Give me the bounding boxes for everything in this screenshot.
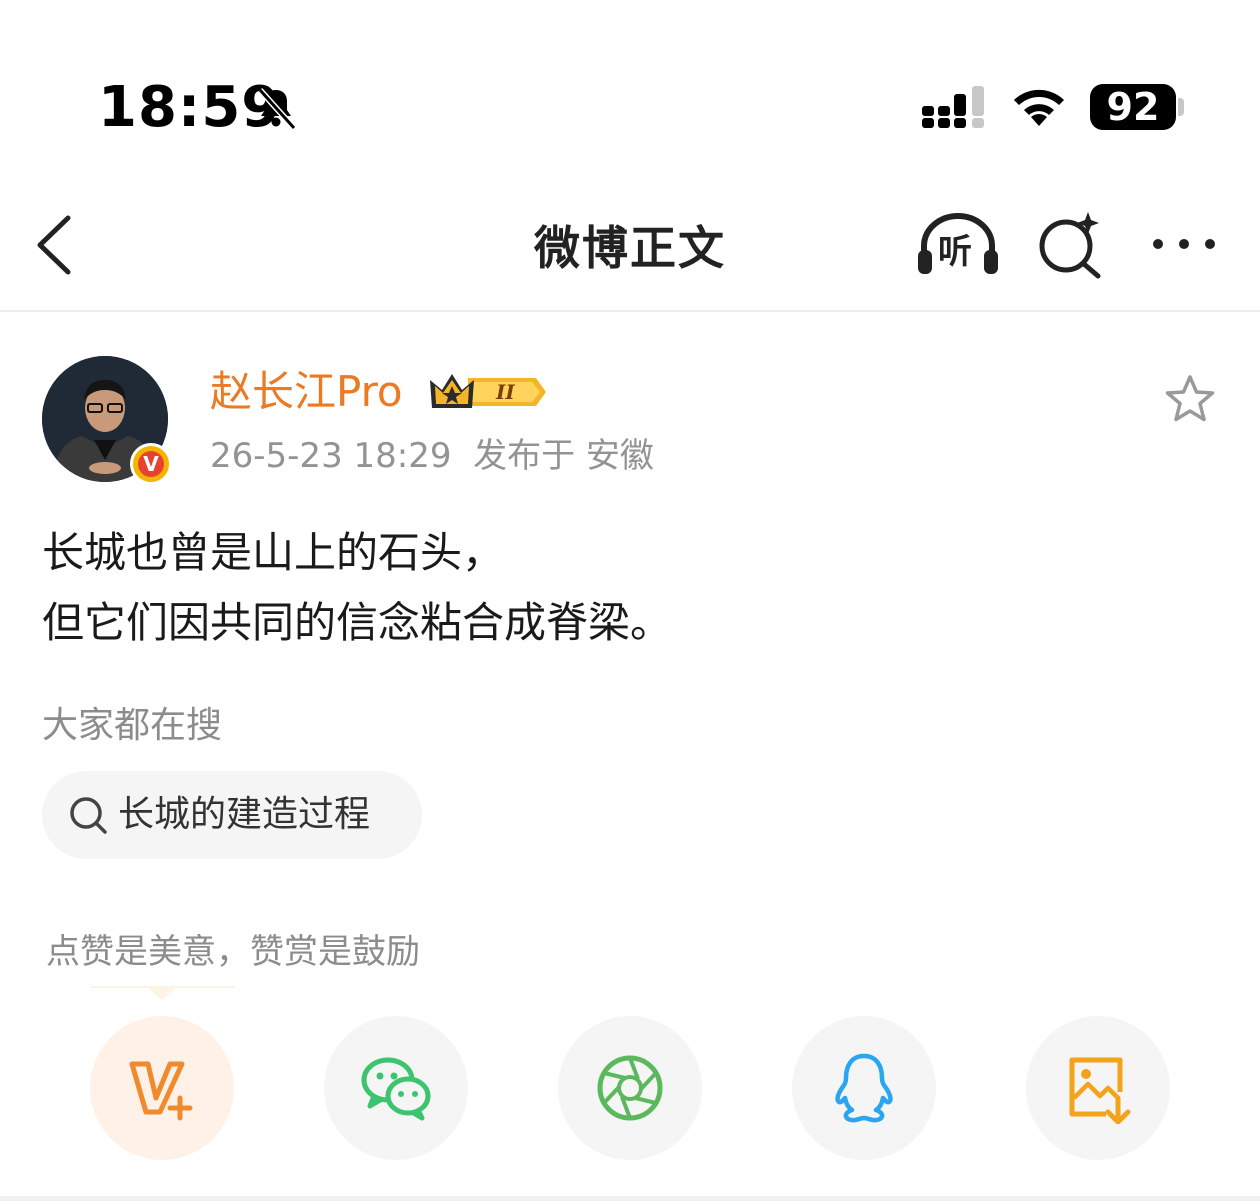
battery-cap <box>1178 98 1184 116</box>
share-save-image-button[interactable] <box>1026 1016 1170 1160</box>
bell-muted-icon <box>257 87 297 131</box>
share-wechat-button[interactable] <box>324 1016 468 1160</box>
share-moments-button[interactable] <box>558 1016 702 1160</box>
author-name[interactable]: 赵长江Pro <box>210 364 403 420</box>
trending-search-text: 长城的建造过程 <box>118 794 371 835</box>
search-icon <box>70 797 107 834</box>
save-image-icon <box>1069 1057 1131 1124</box>
favorite-star-icon[interactable] <box>1162 372 1218 428</box>
ai-search-icon[interactable] <box>1036 210 1106 280</box>
share-qq-button[interactable] <box>792 1016 936 1160</box>
bottom-divider <box>0 1196 1260 1201</box>
wifi-icon <box>1014 89 1064 126</box>
more-icon[interactable] <box>1148 226 1220 262</box>
share-weibo-v-button[interactable] <box>90 1016 234 1160</box>
listen-button[interactable]: 听 <box>916 212 1000 276</box>
post-line: 长城也曾是山上的石头， <box>42 528 505 577</box>
moments-icon <box>597 1055 663 1121</box>
verified-badge: V <box>130 443 172 485</box>
post-location: 发布于 安徽 <box>473 436 654 476</box>
v-plus-icon <box>129 1061 193 1121</box>
battery-level: 92 <box>1090 84 1176 130</box>
page-title: 微博正文 <box>534 221 726 275</box>
wechat-icon <box>361 1057 431 1121</box>
reward-label: 点赞是美意，赞赏是鼓励 <box>46 932 420 972</box>
cellular-signal-icon <box>922 86 984 128</box>
verified-v-icon: V <box>138 451 164 477</box>
qq-icon <box>835 1053 893 1123</box>
nav-divider <box>0 310 1260 312</box>
tip-arrow <box>146 986 178 1000</box>
post-timestamp: 26-5-23 18:29 <box>210 436 452 476</box>
listen-label: 听 <box>938 232 972 272</box>
post-content: 长城也曾是山上的石头， 但它们因共同的信念粘合成脊梁。 <box>42 518 1222 658</box>
trending-search-label: 大家都在搜 <box>42 705 223 746</box>
back-chevron-icon[interactable] <box>30 212 80 278</box>
post-line: 但它们因共同的信念粘合成脊梁。 <box>42 598 673 647</box>
post-meta: 26-5-23 18:29 发布于 安徽 <box>210 432 654 480</box>
svg-text:II: II <box>495 380 515 404</box>
member-crown-icon[interactable]: II <box>428 368 548 416</box>
trending-search-chip[interactable]: 长城的建造过程 <box>42 771 422 859</box>
